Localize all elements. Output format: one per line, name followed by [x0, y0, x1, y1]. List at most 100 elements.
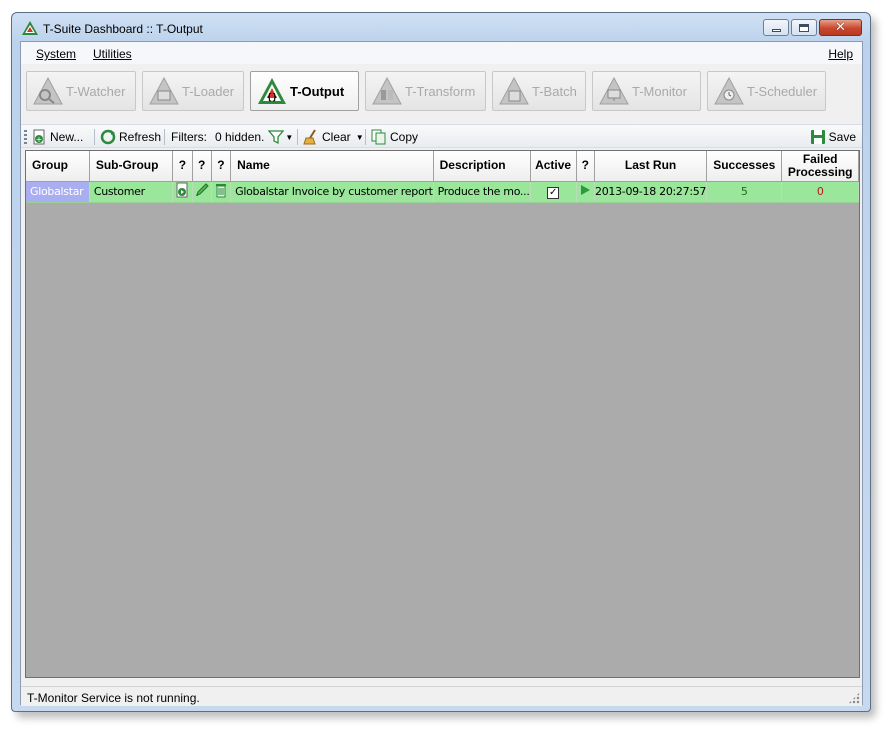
save-label: Save: [828, 130, 856, 144]
copy-button[interactable]: Copy: [371, 129, 418, 145]
status-text: T-Monitor Service is not running.: [27, 691, 200, 705]
t-loader-icon: [149, 77, 179, 105]
new-label: New...: [50, 130, 84, 144]
cell-failed-processing[interactable]: 0: [781, 181, 859, 203]
status-bar: T-Monitor Service is not running.: [21, 686, 862, 706]
close-button[interactable]: ✕: [819, 19, 862, 36]
svg-text:+: +: [36, 135, 43, 144]
delete-button[interactable]: [211, 181, 232, 203]
column-header-q3[interactable]: ?: [211, 151, 232, 182]
table-row[interactable]: Globalstar Customer Globalstar Invoice b…: [26, 181, 859, 203]
title-bar[interactable]: T-Suite Dashboard :: T-Output ✕: [12, 13, 870, 41]
module-t-scheduler-button[interactable]: T-Scheduler: [707, 71, 826, 111]
cell-description[interactable]: Produce the mo...: [433, 181, 531, 203]
play-icon: [581, 185, 591, 195]
module-t-watcher-button[interactable]: T-Watcher: [26, 71, 136, 111]
maximize-button[interactable]: [791, 19, 817, 36]
cell-subgroup[interactable]: Customer: [89, 181, 174, 203]
resize-grip-icon[interactable]: [848, 692, 860, 704]
run-now-button[interactable]: [576, 181, 596, 203]
toolbar-separator: [297, 129, 298, 145]
module-t-transform-label: T-Transform: [405, 83, 476, 99]
menu-help-label: Help: [828, 47, 853, 61]
menu-bar: System Utilities Help: [21, 42, 862, 64]
filters-hidden-button[interactable]: 0 hidden. ▼: [215, 129, 293, 145]
toolbar-separator: [164, 129, 165, 145]
column-header-group[interactable]: Group: [26, 151, 90, 182]
output-table: Group Sub-Group ? ? ? Name Description A…: [26, 151, 859, 203]
menu-help[interactable]: Help: [828, 47, 853, 61]
clear-button[interactable]: Clear ▼: [303, 129, 364, 145]
cell-successes[interactable]: 5: [706, 181, 783, 203]
module-t-monitor-label: T-Monitor: [632, 83, 687, 99]
toolbar: + New... Refresh Filters: 0 hidden. ▼ Cl…: [21, 124, 862, 148]
svg-text:{}: {}: [267, 93, 278, 103]
column-header-description[interactable]: Description: [433, 151, 531, 182]
cell-last-run[interactable]: 2013-09-18 20:27:57: [594, 181, 708, 203]
toolbar-separator: [94, 129, 95, 145]
menu-utilities-label: Utilities: [93, 47, 132, 61]
module-t-output-button[interactable]: {} T-Output: [250, 71, 359, 111]
minimize-button[interactable]: [763, 19, 789, 36]
t-batch-icon: [499, 77, 529, 105]
hidden-count-label: 0 hidden.: [215, 130, 265, 144]
column-header-q4[interactable]: ?: [576, 151, 596, 182]
column-header-q1[interactable]: ?: [172, 151, 193, 182]
refresh-button[interactable]: Refresh: [100, 129, 161, 145]
save-disk-icon: [810, 130, 825, 144]
refresh-label: Refresh: [119, 130, 162, 144]
column-header-subgroup[interactable]: Sub-Group: [89, 151, 174, 182]
menu-system[interactable]: System: [36, 47, 76, 61]
module-t-output-label: T-Output: [290, 83, 345, 99]
t-scheduler-icon: [714, 77, 744, 105]
column-header-successes[interactable]: Successes: [706, 151, 783, 182]
menu-utilities[interactable]: Utilities: [93, 47, 132, 61]
column-header-failed-processing[interactable]: Failed Processing: [781, 151, 859, 182]
module-t-loader-label: T-Loader: [182, 83, 235, 99]
t-watcher-icon: [33, 77, 63, 105]
pencil-edit-icon: [195, 183, 209, 196]
new-button[interactable]: + New...: [31, 129, 83, 145]
module-t-transform-button[interactable]: T-Transform: [365, 71, 486, 111]
toolbar-grip[interactable]: [24, 130, 27, 144]
module-t-batch-label: T-Batch: [532, 83, 577, 99]
copy-icon: [371, 129, 386, 145]
edit-button[interactable]: [192, 181, 212, 203]
module-t-loader-button[interactable]: T-Loader: [142, 71, 244, 111]
column-header-last-run[interactable]: Last Run: [594, 151, 708, 182]
clear-label: Clear: [322, 130, 351, 144]
module-t-monitor-button[interactable]: T-Monitor: [592, 71, 701, 111]
run-output-button[interactable]: [172, 181, 193, 203]
table-header-row: Group Sub-Group ? ? ? Name Description A…: [26, 151, 859, 182]
output-grid: Group Sub-Group ? ? ? Name Description A…: [25, 150, 860, 678]
trash-delete-icon: [215, 184, 226, 198]
client-area: System Utilities Help T-Watcher T-Loader…: [20, 41, 863, 706]
active-checkbox[interactable]: ✓: [530, 181, 577, 203]
minimize-icon: [771, 29, 781, 32]
module-t-scheduler-label: T-Scheduler: [747, 83, 818, 99]
module-t-watcher-label: T-Watcher: [66, 83, 126, 99]
broom-clear-icon: [303, 129, 316, 145]
t-suite-logo-icon: [22, 21, 38, 35]
menu-system-label: System: [36, 47, 77, 61]
module-bar: T-Watcher T-Loader {} T-Output T-Transfo…: [21, 64, 862, 122]
save-button[interactable]: Save: [810, 129, 856, 145]
new-document-icon: +: [33, 129, 45, 145]
maximize-icon: [799, 23, 809, 32]
run-document-icon: [176, 182, 188, 198]
copy-label: Copy: [390, 130, 419, 144]
column-header-active[interactable]: Active: [530, 151, 577, 182]
checkmark-icon: ✓: [547, 186, 560, 199]
clear-dropdown-arrow-icon: ▼: [355, 132, 364, 142]
module-t-batch-button[interactable]: T-Batch: [492, 71, 586, 111]
window-title: T-Suite Dashboard :: T-Output: [43, 22, 203, 36]
t-monitor-icon: [599, 77, 629, 105]
column-header-q2[interactable]: ?: [192, 151, 212, 182]
filters-label: Filters:: [171, 130, 207, 144]
column-header-name[interactable]: Name: [230, 151, 434, 182]
cell-name[interactable]: Globalstar Invoice by customer report: [230, 181, 434, 203]
t-output-icon: {}: [258, 78, 286, 104]
cell-group[interactable]: Globalstar: [26, 181, 90, 203]
refresh-icon: [100, 129, 116, 145]
t-transform-icon: [372, 77, 402, 105]
